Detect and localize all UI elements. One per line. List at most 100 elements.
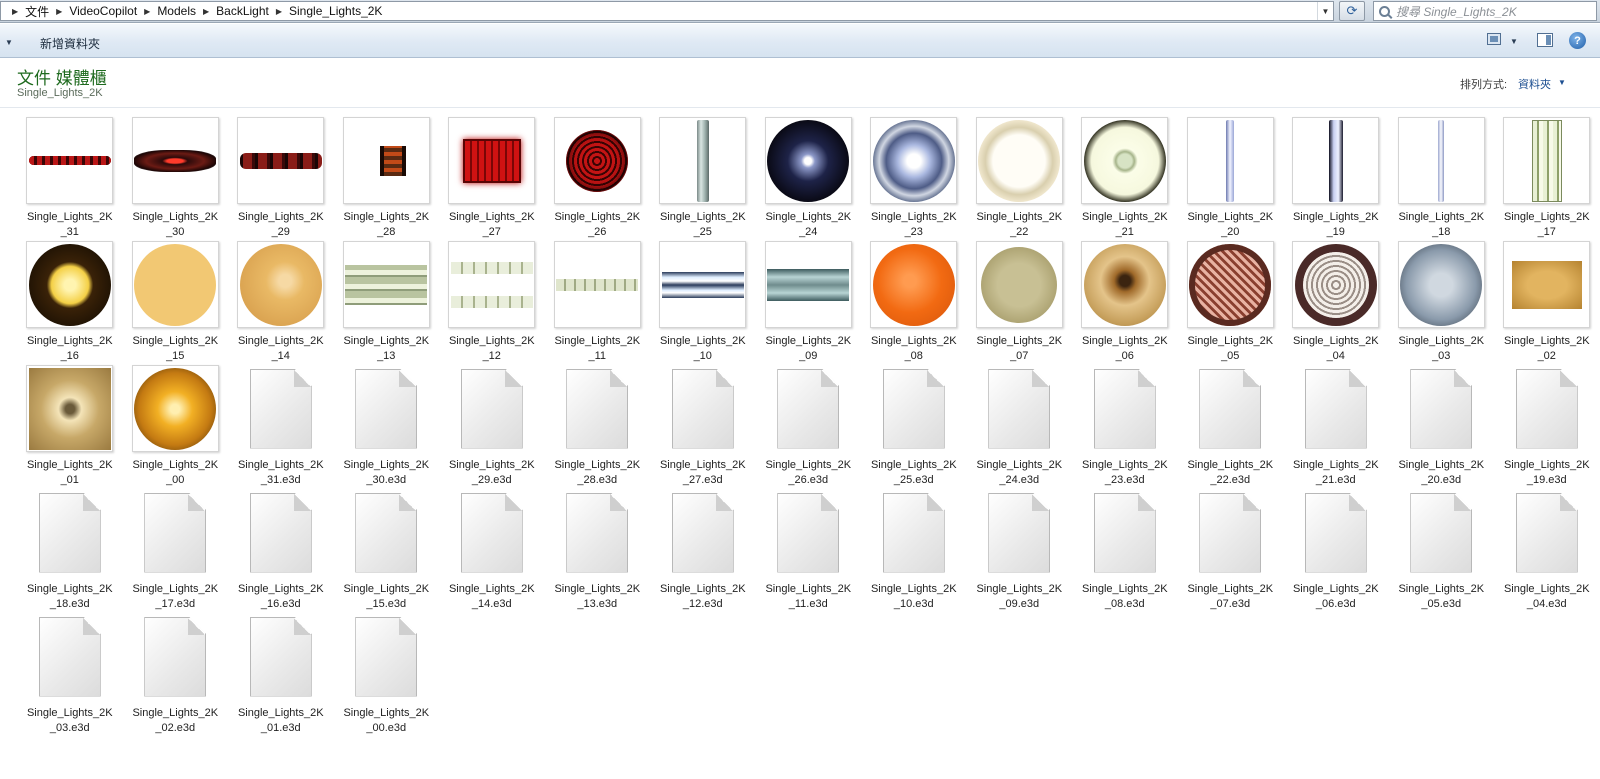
- file-item[interactable]: Single_Lights_2K _02.e3d: [123, 613, 229, 737]
- breadcrumb-item[interactable]: VideoCopilot: [69, 4, 137, 18]
- file-item[interactable]: Single_Lights_2K _07.e3d: [1178, 489, 1284, 613]
- document-file-icon: [1503, 489, 1590, 576]
- search-input[interactable]: 搜尋 Single_Lights_2K: [1373, 1, 1597, 21]
- document-file-icon: [659, 365, 746, 452]
- file-item[interactable]: Single_Lights_2K _27.e3d: [650, 365, 756, 489]
- file-item[interactable]: Single_Lights_2K _22: [967, 117, 1073, 241]
- document-file-icon: [132, 489, 219, 576]
- file-item[interactable]: Single_Lights_2K _05.e3d: [1389, 489, 1495, 613]
- help-icon[interactable]: ?: [1569, 32, 1586, 49]
- file-item[interactable]: Single_Lights_2K _02: [1494, 241, 1600, 365]
- file-item[interactable]: Single_Lights_2K _06: [1072, 241, 1178, 365]
- file-item[interactable]: Single_Lights_2K _28: [334, 117, 440, 241]
- file-name: Single_Lights_2K _13: [343, 335, 430, 362]
- file-item[interactable]: Single_Lights_2K _03: [1389, 241, 1495, 365]
- preview-pane-icon[interactable]: [1537, 33, 1553, 47]
- breadcrumb[interactable]: ▶ 文件 ▶ VideoCopilot ▶ Models ▶ BackLight…: [0, 1, 1334, 21]
- file-item[interactable]: Single_Lights_2K _11: [545, 241, 651, 365]
- file-item[interactable]: Single_Lights_2K _26.e3d: [756, 365, 862, 489]
- breadcrumb-separator-icon[interactable]: ▶: [203, 7, 209, 16]
- file-item[interactable]: Single_Lights_2K _04: [1283, 241, 1389, 365]
- file-item[interactable]: Single_Lights_2K _15.e3d: [334, 489, 440, 613]
- arrange-by-chevron-down-icon[interactable]: ▼: [1558, 78, 1566, 87]
- file-item[interactable]: Single_Lights_2K _18.e3d: [17, 489, 123, 613]
- file-item[interactable]: Single_Lights_2K _21: [1072, 117, 1178, 241]
- file-item[interactable]: Single_Lights_2K _21.e3d: [1283, 365, 1389, 489]
- file-item[interactable]: Single_Lights_2K _00.e3d: [334, 613, 440, 737]
- breadcrumb-item[interactable]: BackLight: [216, 4, 269, 18]
- file-item[interactable]: Single_Lights_2K _24.e3d: [967, 365, 1073, 489]
- document-file-icon: [26, 613, 113, 700]
- breadcrumb-item[interactable]: Single_Lights_2K: [289, 4, 382, 18]
- file-item[interactable]: Single_Lights_2K _20: [1178, 117, 1284, 241]
- file-item[interactable]: Single_Lights_2K _29: [228, 117, 334, 241]
- document-file-icon: [1081, 489, 1168, 576]
- file-item[interactable]: Single_Lights_2K _16.e3d: [228, 489, 334, 613]
- file-item[interactable]: Single_Lights_2K _00: [123, 365, 229, 489]
- file-name: Single_Lights_2K _29.e3d: [448, 459, 535, 486]
- organize-chevron-down-icon[interactable]: ▼: [5, 38, 13, 47]
- file-item[interactable]: Single_Lights_2K _12: [439, 241, 545, 365]
- breadcrumb-separator-icon[interactable]: ▶: [276, 7, 282, 16]
- arrange-by-dropdown[interactable]: 資料夾: [1518, 76, 1551, 92]
- file-item[interactable]: Single_Lights_2K _24: [756, 117, 862, 241]
- file-item[interactable]: Single_Lights_2K _17: [1494, 117, 1600, 241]
- file-item[interactable]: Single_Lights_2K _04.e3d: [1494, 489, 1600, 613]
- file-item[interactable]: Single_Lights_2K _10.e3d: [861, 489, 967, 613]
- file-name: Single_Lights_2K _09: [765, 335, 852, 362]
- file-item[interactable]: Single_Lights_2K _30.e3d: [334, 365, 440, 489]
- file-item[interactable]: Single_Lights_2K _03.e3d: [17, 613, 123, 737]
- breadcrumb-item[interactable]: Models: [157, 4, 196, 18]
- view-options-chevron-down-icon[interactable]: ▼: [1510, 37, 1518, 46]
- file-item[interactable]: Single_Lights_2K _20.e3d: [1389, 365, 1495, 489]
- image-thumbnail: [870, 241, 958, 328]
- file-item[interactable]: Single_Lights_2K _15: [123, 241, 229, 365]
- file-item[interactable]: Single_Lights_2K _29.e3d: [439, 365, 545, 489]
- file-item[interactable]: Single_Lights_2K _05: [1178, 241, 1284, 365]
- file-name: Single_Lights_2K _07.e3d: [1187, 583, 1274, 610]
- file-item[interactable]: Single_Lights_2K _14: [228, 241, 334, 365]
- file-item[interactable]: Single_Lights_2K _16: [17, 241, 123, 365]
- file-item[interactable]: Single_Lights_2K _07: [967, 241, 1073, 365]
- breadcrumb-separator-icon[interactable]: ▶: [56, 7, 62, 16]
- file-item[interactable]: Single_Lights_2K _08: [861, 241, 967, 365]
- change-view-icon[interactable]: [1487, 33, 1501, 45]
- new-folder-button[interactable]: 新增資料夾: [40, 35, 100, 52]
- file-item[interactable]: Single_Lights_2K _13: [334, 241, 440, 365]
- file-item[interactable]: Single_Lights_2K _28.e3d: [545, 365, 651, 489]
- document-file-icon: [1503, 365, 1590, 452]
- image-thumbnail: [237, 117, 325, 204]
- file-item[interactable]: Single_Lights_2K _25.e3d: [861, 365, 967, 489]
- file-item[interactable]: Single_Lights_2K _01.e3d: [228, 613, 334, 737]
- document-file-icon: [1081, 365, 1168, 452]
- breadcrumb-item[interactable]: 文件: [25, 3, 49, 20]
- file-name: Single_Lights_2K _22: [976, 211, 1063, 238]
- file-item[interactable]: Single_Lights_2K _30: [123, 117, 229, 241]
- file-item[interactable]: Single_Lights_2K _08.e3d: [1072, 489, 1178, 613]
- breadcrumb-separator-icon[interactable]: ▶: [144, 7, 150, 16]
- file-item[interactable]: Single_Lights_2K _09: [756, 241, 862, 365]
- file-item[interactable]: Single_Lights_2K _25: [650, 117, 756, 241]
- file-item[interactable]: Single_Lights_2K _11.e3d: [756, 489, 862, 613]
- file-item[interactable]: Single_Lights_2K _31.e3d: [228, 365, 334, 489]
- file-item[interactable]: Single_Lights_2K _10: [650, 241, 756, 365]
- file-item[interactable]: Single_Lights_2K _01: [17, 365, 123, 489]
- file-item[interactable]: Single_Lights_2K _23.e3d: [1072, 365, 1178, 489]
- file-item[interactable]: Single_Lights_2K _31: [17, 117, 123, 241]
- file-item[interactable]: Single_Lights_2K _26: [545, 117, 651, 241]
- file-item[interactable]: Single_Lights_2K _17.e3d: [123, 489, 229, 613]
- file-item[interactable]: Single_Lights_2K _13.e3d: [545, 489, 651, 613]
- address-history-chevron-down-icon[interactable]: ▼: [1317, 2, 1333, 20]
- file-item[interactable]: Single_Lights_2K _12.e3d: [650, 489, 756, 613]
- file-item[interactable]: Single_Lights_2K _22.e3d: [1178, 365, 1284, 489]
- file-item[interactable]: Single_Lights_2K _18: [1389, 117, 1495, 241]
- file-item[interactable]: Single_Lights_2K _19.e3d: [1494, 365, 1600, 489]
- file-item[interactable]: Single_Lights_2K _09.e3d: [967, 489, 1073, 613]
- file-item[interactable]: Single_Lights_2K _06.e3d: [1283, 489, 1389, 613]
- file-item[interactable]: Single_Lights_2K _27: [439, 117, 545, 241]
- document-file-icon: [237, 613, 324, 700]
- file-item[interactable]: Single_Lights_2K _19: [1283, 117, 1389, 241]
- refresh-button[interactable]: ⟳: [1339, 1, 1365, 21]
- file-item[interactable]: Single_Lights_2K _14.e3d: [439, 489, 545, 613]
- file-item[interactable]: Single_Lights_2K _23: [861, 117, 967, 241]
